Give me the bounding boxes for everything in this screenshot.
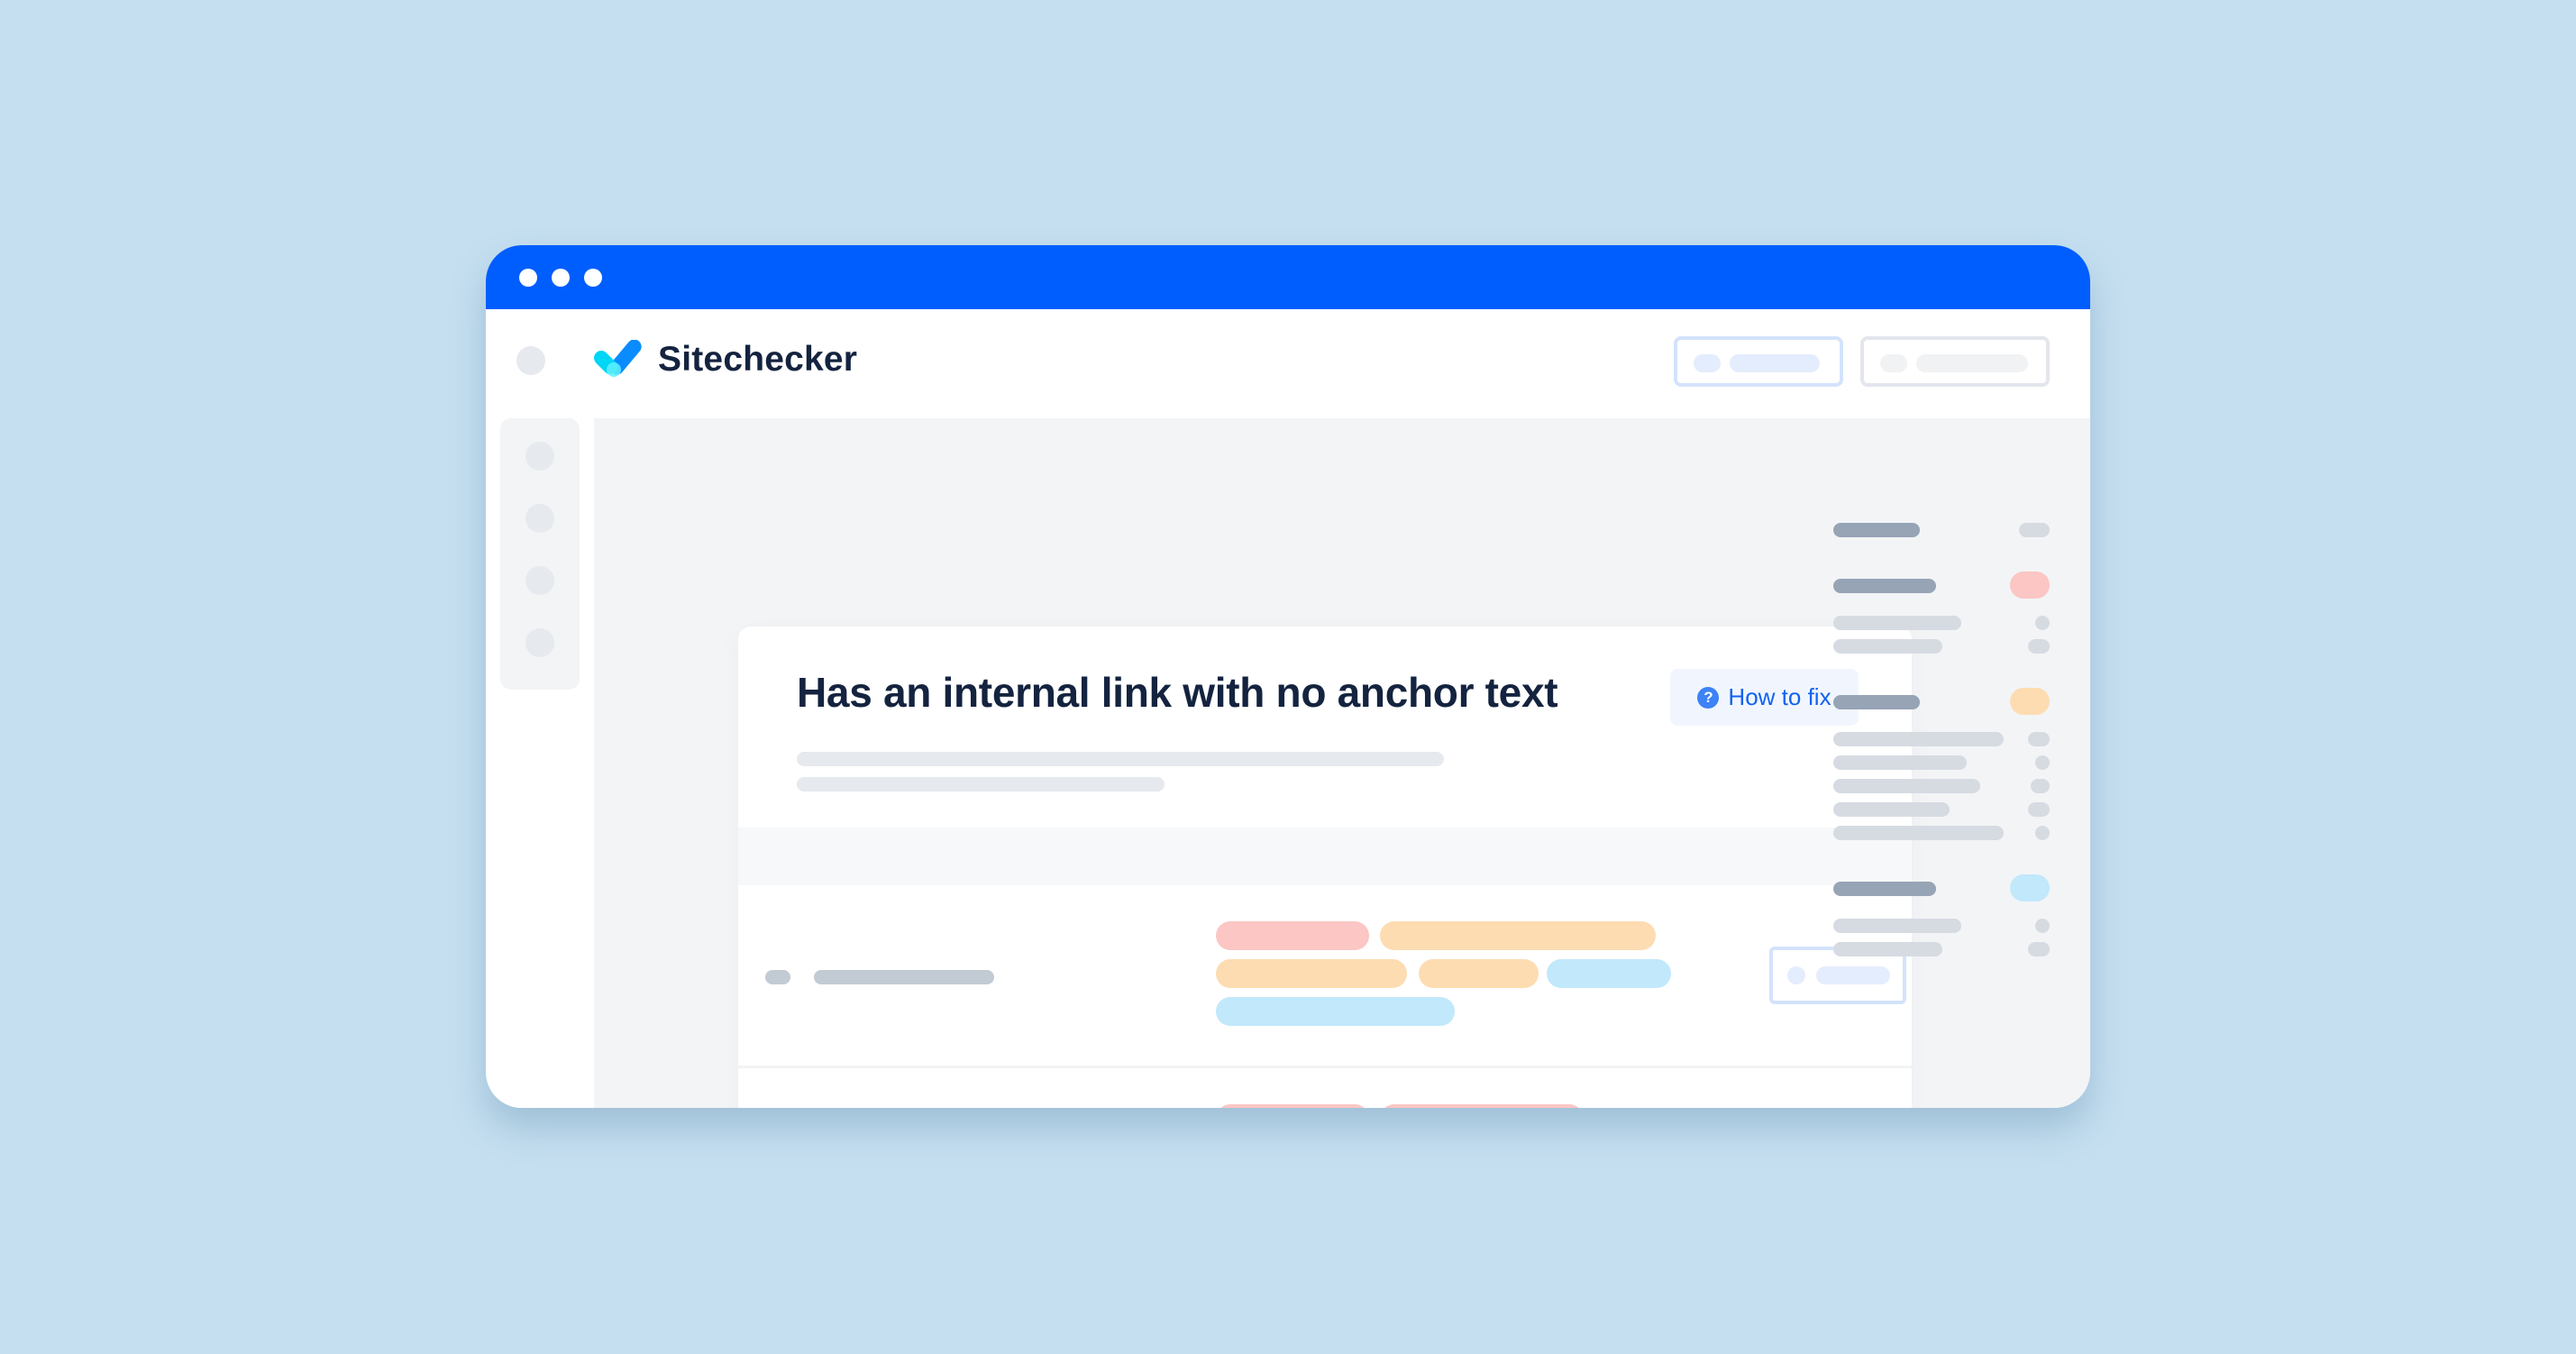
window-maximize-dot-icon[interactable] [584, 269, 602, 287]
summary-item[interactable] [1833, 755, 1967, 770]
summary-item-count [2028, 732, 2050, 746]
error-tag [1380, 1104, 1584, 1108]
summary-item-count [2035, 826, 2050, 840]
summary-item-count [2035, 755, 2050, 770]
menu-toggle-icon[interactable] [516, 346, 545, 375]
summary-item[interactable] [1833, 826, 2004, 840]
brand-logo[interactable]: Sitechecker [593, 333, 857, 387]
button-icon [1694, 354, 1721, 372]
info-tag [1216, 997, 1455, 1026]
window-titlebar [486, 245, 2090, 309]
sidebar-item-1-icon[interactable] [525, 442, 554, 471]
app-header: Sitechecker [486, 309, 2090, 418]
description-line-1 [797, 752, 1444, 766]
sidebar-item-3-icon[interactable] [525, 566, 554, 595]
error-tag [1216, 1104, 1369, 1108]
summary-item-count [2028, 802, 2050, 817]
button-label-placeholder [1916, 354, 2028, 372]
summary-item-count [2028, 942, 2050, 956]
summary-heading [1833, 523, 1920, 537]
issue-card: Has an internal link with no anchor text… [738, 627, 1912, 1108]
brand-name: Sitechecker [658, 340, 858, 379]
summary-item[interactable] [1833, 942, 1942, 956]
row-index-placeholder [765, 970, 790, 984]
summary-item[interactable] [1833, 802, 1950, 817]
browser-window: Sitechecker Has an internal link with no… [486, 245, 2090, 1108]
table-row[interactable] [738, 885, 1912, 1066]
summary-item[interactable] [1833, 779, 1980, 793]
button-label-placeholder [1730, 354, 1820, 372]
table-row[interactable] [738, 1068, 1912, 1108]
sidebar-item-4-icon[interactable] [525, 628, 554, 657]
issue-title: Has an internal link with no anchor text [797, 669, 1558, 716]
summary-item-count [2031, 779, 2050, 793]
description-line-2 [797, 777, 1165, 791]
checkmark-logo-icon [594, 340, 642, 377]
warning-tag [1419, 959, 1539, 988]
sidebar-item-2-icon[interactable] [525, 504, 554, 533]
summary-item[interactable] [1833, 639, 1942, 654]
button-icon [1787, 966, 1805, 984]
main-content: Has an internal link with no anchor text… [594, 418, 2090, 1108]
warning-tag [1380, 921, 1656, 950]
info-tag [1547, 959, 1671, 988]
row-url-placeholder[interactable] [814, 970, 994, 984]
summary-item[interactable] [1833, 732, 2004, 746]
summary-item[interactable] [1833, 616, 1961, 630]
summary-panel [1815, 418, 2072, 1108]
window-minimize-dot-icon[interactable] [552, 269, 570, 287]
summary-count [2019, 523, 2050, 537]
info-badge [2010, 874, 2050, 901]
warning-tag [1216, 959, 1407, 988]
summary-heading [1833, 882, 1936, 896]
warning-badge [2010, 688, 2050, 715]
secondary-action-button[interactable] [1860, 336, 2050, 387]
sidebar-nav [500, 418, 580, 690]
error-tag [1216, 921, 1369, 950]
button-icon [1880, 354, 1907, 372]
table-header [738, 828, 1912, 885]
summary-item[interactable] [1833, 919, 1961, 933]
error-badge [2010, 572, 2050, 599]
summary-heading [1833, 579, 1936, 593]
summary-item-count [2035, 919, 2050, 933]
primary-action-button[interactable] [1674, 336, 1843, 387]
summary-item-count [2028, 639, 2050, 654]
summary-item-count [2035, 616, 2050, 630]
window-close-dot-icon[interactable] [519, 269, 537, 287]
question-circle-icon: ? [1697, 686, 1720, 709]
summary-heading [1833, 695, 1920, 709]
